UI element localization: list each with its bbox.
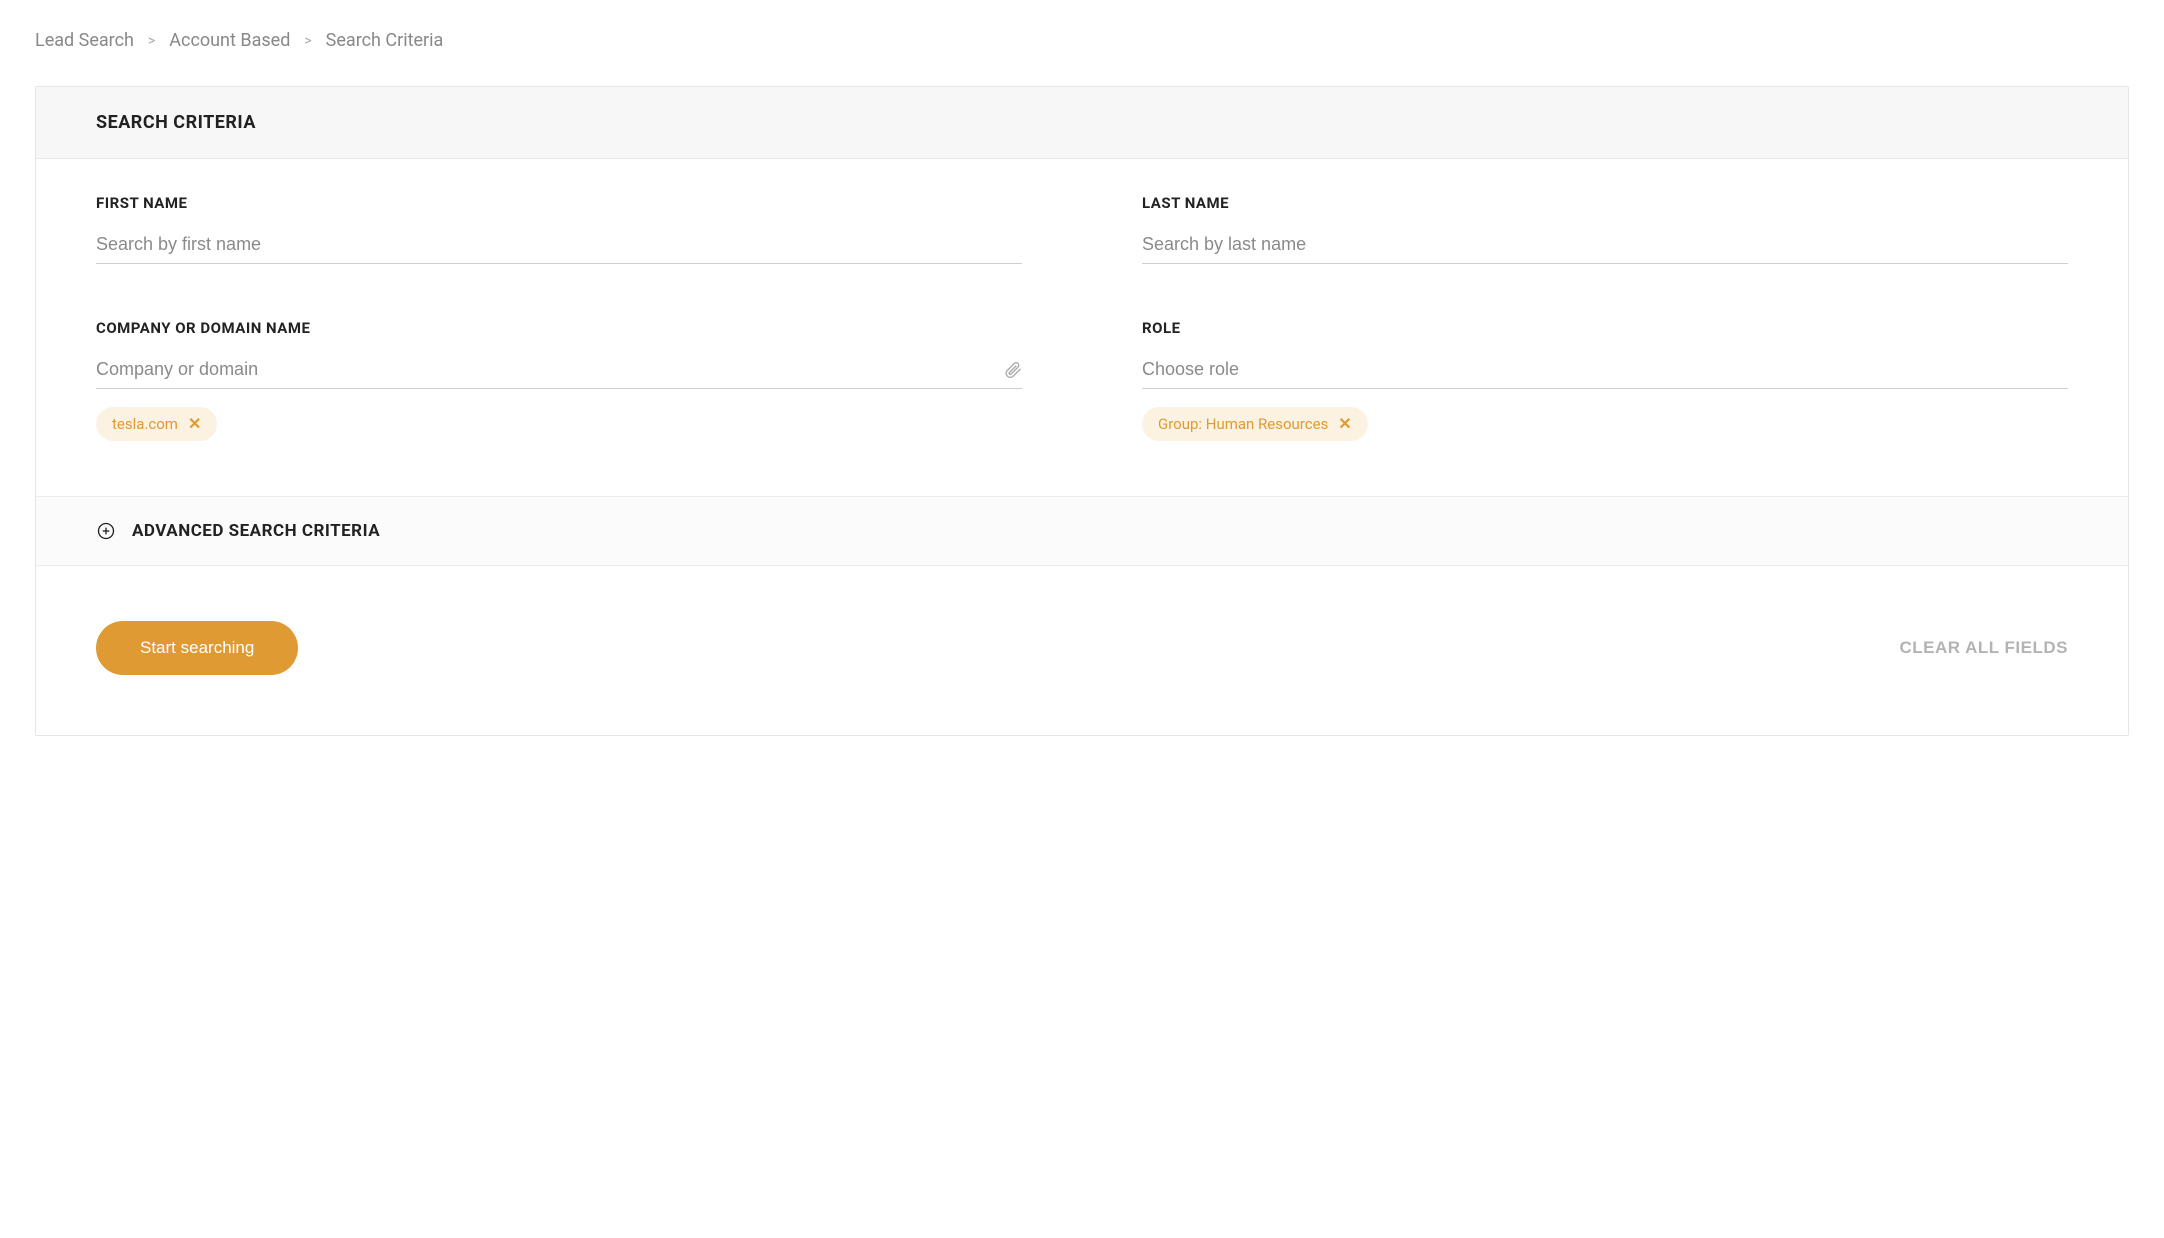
chip-label: tesla.com	[112, 415, 178, 433]
role-chips: Group: Human Resources ✕	[1142, 407, 2068, 441]
field-grid: FIRST NAME LAST NAME COMPANY OR DOMAIN N…	[96, 194, 2068, 441]
paperclip-icon[interactable]	[1004, 361, 1022, 379]
company-input[interactable]	[96, 359, 1004, 380]
panel-body: FIRST NAME LAST NAME COMPANY OR DOMAIN N…	[36, 159, 2128, 496]
first-name-field: FIRST NAME	[96, 194, 1022, 264]
role-chip: Group: Human Resources ✕	[1142, 407, 1368, 441]
advanced-search-toggle[interactable]: ADVANCED SEARCH CRITERIA	[36, 496, 2128, 566]
chevron-right-icon: >	[148, 33, 155, 49]
company-chips: tesla.com ✕	[96, 407, 1022, 441]
search-criteria-panel: SEARCH CRITERIA FIRST NAME LAST NAME COM…	[35, 86, 2129, 736]
company-chip: tesla.com ✕	[96, 407, 217, 441]
first-name-input[interactable]	[96, 234, 1022, 255]
chevron-right-icon: >	[304, 33, 311, 49]
plus-circle-icon	[96, 521, 116, 541]
panel-actions: Start searching CLEAR ALL FIELDS	[36, 566, 2128, 735]
breadcrumb-item[interactable]: Lead Search	[35, 30, 134, 51]
panel-title: SEARCH CRITERIA	[96, 112, 2068, 133]
role-label: ROLE	[1142, 319, 2068, 337]
chip-label: Group: Human Resources	[1158, 415, 1328, 433]
last-name-label: LAST NAME	[1142, 194, 2068, 212]
role-field: ROLE Group: Human Resources ✕	[1142, 319, 2068, 441]
company-field: COMPANY OR DOMAIN NAME tesla.com ✕	[96, 319, 1022, 441]
last-name-input-wrap	[1142, 234, 2068, 264]
breadcrumb-item-current: Search Criteria	[326, 30, 444, 51]
role-input-wrap	[1142, 359, 2068, 389]
last-name-input[interactable]	[1142, 234, 2068, 255]
breadcrumb-item[interactable]: Account Based	[169, 30, 290, 51]
last-name-field: LAST NAME	[1142, 194, 2068, 264]
clear-all-fields-button[interactable]: CLEAR ALL FIELDS	[1899, 638, 2068, 658]
company-label: COMPANY OR DOMAIN NAME	[96, 319, 1022, 337]
close-icon[interactable]: ✕	[188, 416, 201, 432]
close-icon[interactable]: ✕	[1338, 416, 1351, 432]
role-input[interactable]	[1142, 359, 2068, 380]
start-searching-button[interactable]: Start searching	[96, 621, 298, 675]
company-input-wrap	[96, 359, 1022, 389]
first-name-input-wrap	[96, 234, 1022, 264]
panel-header: SEARCH CRITERIA	[36, 87, 2128, 159]
first-name-label: FIRST NAME	[96, 194, 1022, 212]
breadcrumb: Lead Search > Account Based > Search Cri…	[35, 30, 2129, 51]
advanced-search-title: ADVANCED SEARCH CRITERIA	[132, 521, 380, 541]
